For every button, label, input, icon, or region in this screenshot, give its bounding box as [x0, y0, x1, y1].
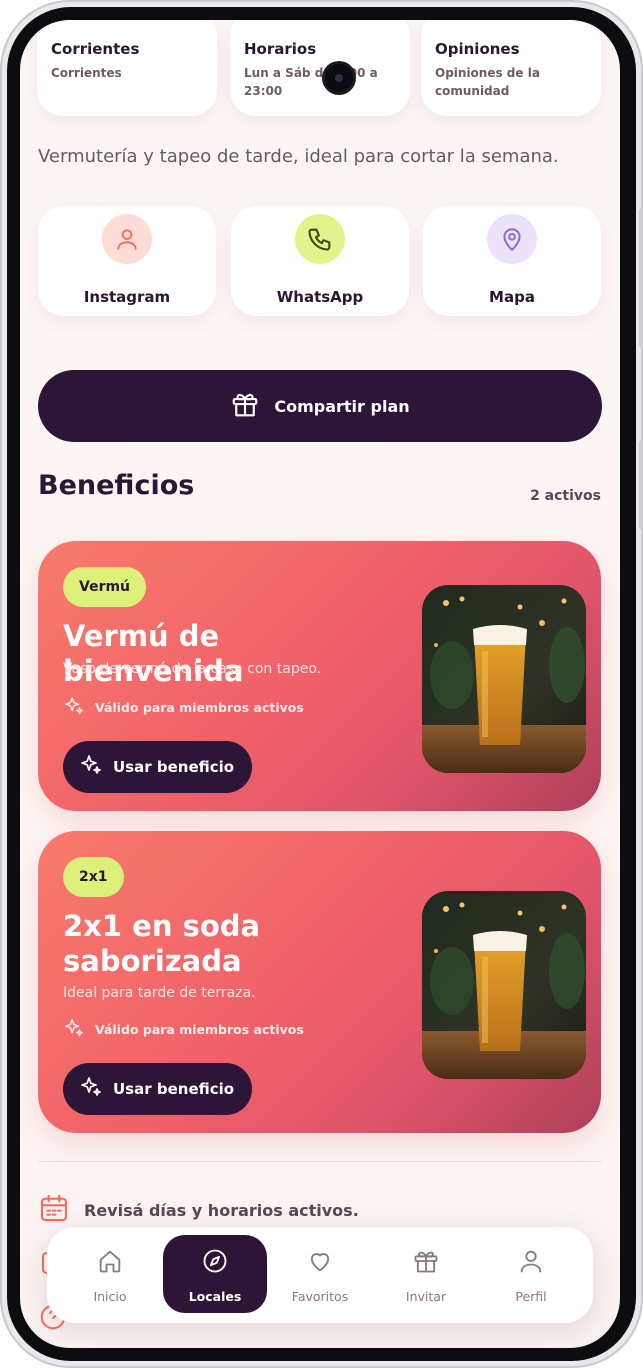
- benefit-validity-text: Válido para miembros activos: [95, 1022, 304, 1037]
- benefit-title: Vermú de bienvenida: [63, 619, 244, 688]
- benefit-badge: 2x1: [63, 857, 124, 897]
- benefit-card: 2x1 2x1 en soda saborizada Ideal para ta…: [38, 831, 601, 1133]
- info-card-title: Corrientes: [51, 40, 140, 58]
- benefits-count: 2 activos: [530, 488, 601, 504]
- contact-label: Mapa: [489, 288, 535, 306]
- sparkle-icon: [63, 695, 85, 720]
- user-icon: [517, 1247, 545, 1279]
- calendar-icon: [38, 1192, 70, 1228]
- use-benefit-label: Usar beneficio: [113, 758, 235, 776]
- map-pin-icon: [487, 214, 537, 264]
- nav-label: Perfil: [515, 1289, 547, 1304]
- info-row-schedule: Revisá días y horarios activos.: [38, 1192, 359, 1228]
- compass-icon: [201, 1247, 229, 1279]
- sparkle-icon: [79, 1075, 103, 1103]
- benefit-validity: Válido para miembros activos: [63, 1017, 304, 1042]
- heart-icon: [306, 1247, 334, 1279]
- front-camera: [325, 64, 353, 92]
- nav-label: Favoritos: [291, 1289, 349, 1304]
- contact-instagram[interactable]: Instagram: [38, 206, 216, 316]
- gift-icon: [412, 1247, 440, 1279]
- nav-venues[interactable]: Locales: [163, 1235, 267, 1313]
- benefit-description: Vaso de vermú de la casa con tapeo.: [63, 661, 322, 677]
- screen: Corrientes Corrientes Horarios Lun a Sáb…: [20, 20, 620, 1348]
- contact-label: WhatsApp: [276, 288, 364, 306]
- benefit-title: 2x1 en soda saborizada: [63, 909, 261, 978]
- info-card-location[interactable]: Corrientes Corrientes: [37, 20, 217, 116]
- contact-map[interactable]: Mapa: [423, 206, 601, 316]
- benefits-title: Beneficios: [38, 470, 195, 501]
- power-button: [639, 440, 643, 530]
- use-benefit-button[interactable]: Usar beneficio: [63, 741, 253, 793]
- benefit-description: Ideal para tarde de terraza.: [63, 985, 256, 1001]
- info-card-subtitle: Lun a Sáb de 8:00 a 23:00: [244, 66, 378, 98]
- benefit-validity-text: Válido para miembros activos: [95, 700, 304, 715]
- sparkle-icon: [63, 1017, 85, 1042]
- share-plan-label: Compartir plan: [274, 396, 410, 416]
- share-plan-button[interactable]: Compartir plan: [38, 370, 602, 442]
- benefit-card: Vermú Vermú de bienvenida Vaso de vermú …: [38, 541, 601, 811]
- volume-button: [639, 208, 643, 348]
- beer-photo: [422, 891, 586, 1079]
- info-card-reviews[interactable]: Opiniones Opiniones de la comunidad: [421, 20, 601, 116]
- nav-invite[interactable]: Invitar: [374, 1235, 478, 1313]
- nav-label: Inicio: [93, 1289, 127, 1304]
- info-card-title: Opiniones: [435, 40, 520, 58]
- contact-whatsapp[interactable]: WhatsApp: [231, 206, 409, 316]
- section-divider: [38, 1161, 602, 1162]
- nav-home[interactable]: Inicio: [58, 1235, 162, 1313]
- info-card-title: Horarios: [244, 40, 317, 58]
- bottom-nav: Inicio Locales Favoritos Invitar Perfil: [47, 1227, 593, 1323]
- phone-icon: [295, 214, 345, 264]
- phone-frame: Corrientes Corrientes Horarios Lun a Sáb…: [0, 0, 643, 1368]
- nav-label: Locales: [188, 1289, 242, 1304]
- nav-label: Invitar: [405, 1289, 447, 1304]
- user-icon: [102, 214, 152, 264]
- info-card-hours[interactable]: Horarios Lun a Sáb de 8:00 a 23:00: [230, 20, 410, 116]
- sparkle-icon: [79, 753, 103, 781]
- home-icon: [96, 1247, 124, 1279]
- nav-favorites[interactable]: Favoritos: [268, 1235, 372, 1313]
- nav-profile[interactable]: Perfil: [479, 1235, 583, 1313]
- gift-icon: [230, 389, 260, 423]
- use-benefit-button[interactable]: Usar beneficio: [63, 1063, 253, 1115]
- info-card-subtitle: Corrientes: [51, 66, 122, 80]
- contact-label: Instagram: [83, 288, 171, 306]
- benefit-validity: Válido para miembros activos: [63, 695, 304, 720]
- info-row-text: Revisá días y horarios activos.: [84, 1200, 359, 1220]
- benefit-badge: Vermú: [63, 567, 147, 607]
- beer-photo: [422, 585, 586, 773]
- info-card-subtitle: Opiniones de la comunidad: [435, 66, 540, 98]
- venue-tagline: Vermutería y tapeo de tarde, ideal para …: [38, 146, 559, 167]
- use-benefit-label: Usar beneficio: [113, 1080, 235, 1098]
